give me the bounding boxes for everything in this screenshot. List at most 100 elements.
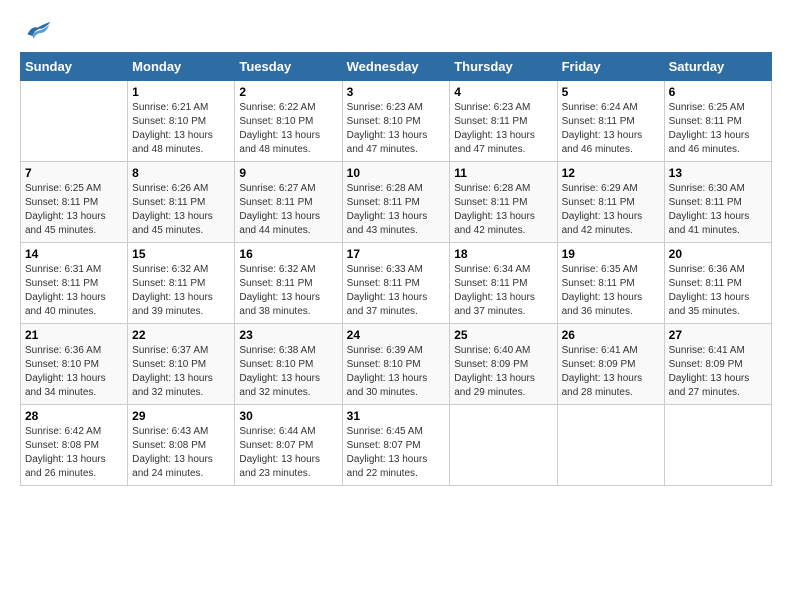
day-number: 7 <box>25 166 123 180</box>
day-info: Sunrise: 6:43 AM Sunset: 8:08 PM Dayligh… <box>132 425 230 481</box>
calendar-cell: 26Sunrise: 6:41 AM Sunset: 8:09 PM Dayli… <box>557 324 664 405</box>
calendar-cell: 3 Sunrise: 6:23 AM Sunset: 8:10 PM Daylig… <box>342 81 450 162</box>
day-info: Sunrise: 6:35 AM Sunset: 8:11 PM Dayligh… <box>562 263 660 319</box>
calendar-cell: 22 Sunrise: 6:37 AM Sunset: 8:10 PM Dayli… <box>128 324 235 405</box>
day-number: 4 <box>454 85 552 99</box>
day-number: 18 <box>454 247 552 261</box>
day-number: 6 <box>669 85 767 99</box>
day-number: 16 <box>239 247 337 261</box>
day-number: 11 <box>454 166 552 180</box>
day-info: Sunrise: 6:42 AM Sunset: 8:08 PM Dayligh… <box>25 425 123 481</box>
calendar-cell: 25 Sunrise: 6:40 AM Sunset: 8:09 PM Dayli… <box>450 324 557 405</box>
day-info: Sunrise: 6:21 AM Sunset: 8:10 PM Dayligh… <box>132 101 230 157</box>
calendar-cell: 29 Sunrise: 6:43 AM Sunset: 8:08 PM Dayli… <box>128 405 235 486</box>
logo-bird-icon <box>24 20 52 42</box>
day-number: 25 <box>454 328 552 342</box>
calendar-cell: 14 Sunrise: 6:31 AM Sunset: 8:11 PM Dayli… <box>21 243 128 324</box>
header <box>20 20 772 42</box>
calendar-cell: 4 Sunrise: 6:23 AM Sunset: 8:11 PM Daylig… <box>450 81 557 162</box>
calendar-cell <box>557 405 664 486</box>
calendar-cell: 1 Sunrise: 6:21 AM Sunset: 8:10 PM Daylig… <box>128 81 235 162</box>
calendar-table: SundayMondayTuesdayWednesdayThursdayFrid… <box>20 52 772 486</box>
day-info: Sunrise: 6:23 AM Sunset: 8:11 PM Dayligh… <box>454 101 552 157</box>
calendar-cell: 11 Sunrise: 6:28 AM Sunset: 8:11 PM Dayli… <box>450 162 557 243</box>
calendar-cell: 28Sunrise: 6:42 AM Sunset: 8:08 PM Dayli… <box>21 405 128 486</box>
calendar-cell: 9 Sunrise: 6:27 AM Sunset: 8:11 PM Daylig… <box>235 162 342 243</box>
day-number: 22 <box>132 328 230 342</box>
day-number: 14 <box>25 247 123 261</box>
day-number: 19 <box>562 247 660 261</box>
day-info: Sunrise: 6:22 AM Sunset: 8:10 PM Dayligh… <box>239 101 337 157</box>
day-info: Sunrise: 6:25 AM Sunset: 8:11 PM Dayligh… <box>25 182 123 238</box>
day-number: 30 <box>239 409 337 423</box>
calendar-cell: 30 Sunrise: 6:44 AM Sunset: 8:07 PM Dayli… <box>235 405 342 486</box>
logo <box>20 20 52 42</box>
calendar-cell: 7 Sunrise: 6:25 AM Sunset: 8:11 PM Daylig… <box>21 162 128 243</box>
day-number: 8 <box>132 166 230 180</box>
day-info: Sunrise: 6:28 AM Sunset: 8:11 PM Dayligh… <box>347 182 446 238</box>
day-info: Sunrise: 6:23 AM Sunset: 8:10 PM Dayligh… <box>347 101 446 157</box>
day-number: 2 <box>239 85 337 99</box>
header-row: SundayMondayTuesdayWednesdayThursdayFrid… <box>21 53 772 81</box>
day-number: 31 <box>347 409 446 423</box>
day-number: 5 <box>562 85 660 99</box>
day-info: Sunrise: 6:38 AM Sunset: 8:10 PM Dayligh… <box>239 344 337 400</box>
calendar-cell: 15Sunrise: 6:32 AM Sunset: 8:11 PM Dayli… <box>128 243 235 324</box>
calendar-cell: 19 Sunrise: 6:35 AM Sunset: 8:11 PM Dayli… <box>557 243 664 324</box>
calendar-cell: 10Sunrise: 6:28 AM Sunset: 8:11 PM Dayli… <box>342 162 450 243</box>
day-info: Sunrise: 6:25 AM Sunset: 8:11 PM Dayligh… <box>669 101 767 157</box>
day-info: Sunrise: 6:39 AM Sunset: 8:10 PM Dayligh… <box>347 344 446 400</box>
header-day-saturday: Saturday <box>664 53 771 81</box>
week-row-1: 1 Sunrise: 6:21 AM Sunset: 8:10 PM Daylig… <box>21 81 772 162</box>
day-number: 13 <box>669 166 767 180</box>
day-number: 29 <box>132 409 230 423</box>
week-row-2: 7 Sunrise: 6:25 AM Sunset: 8:11 PM Daylig… <box>21 162 772 243</box>
header-day-thursday: Thursday <box>450 53 557 81</box>
calendar-cell: 8 Sunrise: 6:26 AM Sunset: 8:11 PM Daylig… <box>128 162 235 243</box>
day-number: 23 <box>239 328 337 342</box>
calendar-cell: 27Sunrise: 6:41 AM Sunset: 8:09 PM Dayli… <box>664 324 771 405</box>
day-info: Sunrise: 6:34 AM Sunset: 8:11 PM Dayligh… <box>454 263 552 319</box>
header-day-tuesday: Tuesday <box>235 53 342 81</box>
day-info: Sunrise: 6:29 AM Sunset: 8:11 PM Dayligh… <box>562 182 660 238</box>
day-number: 20 <box>669 247 767 261</box>
calendar-cell <box>21 81 128 162</box>
day-info: Sunrise: 6:44 AM Sunset: 8:07 PM Dayligh… <box>239 425 337 481</box>
day-info: Sunrise: 6:28 AM Sunset: 8:11 PM Dayligh… <box>454 182 552 238</box>
day-info: Sunrise: 6:26 AM Sunset: 8:11 PM Dayligh… <box>132 182 230 238</box>
day-number: 9 <box>239 166 337 180</box>
day-info: Sunrise: 6:33 AM Sunset: 8:11 PM Dayligh… <box>347 263 446 319</box>
calendar-cell <box>664 405 771 486</box>
calendar-cell: 5 Sunrise: 6:24 AM Sunset: 8:11 PM Daylig… <box>557 81 664 162</box>
calendar-cell: 21 Sunrise: 6:36 AM Sunset: 8:10 PM Dayli… <box>21 324 128 405</box>
calendar-cell: 6 Sunrise: 6:25 AM Sunset: 8:11 PM Daylig… <box>664 81 771 162</box>
day-info: Sunrise: 6:40 AM Sunset: 8:09 PM Dayligh… <box>454 344 552 400</box>
day-number: 12 <box>562 166 660 180</box>
calendar-cell: 31Sunrise: 6:45 AM Sunset: 8:07 PM Dayli… <box>342 405 450 486</box>
calendar-cell: 18 Sunrise: 6:34 AM Sunset: 8:11 PM Dayli… <box>450 243 557 324</box>
calendar-cell: 2 Sunrise: 6:22 AM Sunset: 8:10 PM Daylig… <box>235 81 342 162</box>
day-number: 3 <box>347 85 446 99</box>
day-info: Sunrise: 6:31 AM Sunset: 8:11 PM Dayligh… <box>25 263 123 319</box>
day-number: 1 <box>132 85 230 99</box>
day-info: Sunrise: 6:27 AM Sunset: 8:11 PM Dayligh… <box>239 182 337 238</box>
calendar-cell: 13Sunrise: 6:30 AM Sunset: 8:11 PM Dayli… <box>664 162 771 243</box>
day-info: Sunrise: 6:36 AM Sunset: 8:10 PM Dayligh… <box>25 344 123 400</box>
day-number: 21 <box>25 328 123 342</box>
calendar-cell: 12 Sunrise: 6:29 AM Sunset: 8:11 PM Dayli… <box>557 162 664 243</box>
calendar-cell: 17 Sunrise: 6:33 AM Sunset: 8:11 PM Dayli… <box>342 243 450 324</box>
day-info: Sunrise: 6:37 AM Sunset: 8:10 PM Dayligh… <box>132 344 230 400</box>
calendar-cell: 16 Sunrise: 6:32 AM Sunset: 8:11 PM Dayli… <box>235 243 342 324</box>
week-row-4: 21 Sunrise: 6:36 AM Sunset: 8:10 PM Dayli… <box>21 324 772 405</box>
week-row-5: 28Sunrise: 6:42 AM Sunset: 8:08 PM Dayli… <box>21 405 772 486</box>
calendar-cell <box>450 405 557 486</box>
day-info: Sunrise: 6:24 AM Sunset: 8:11 PM Dayligh… <box>562 101 660 157</box>
day-info: Sunrise: 6:41 AM Sunset: 8:09 PM Dayligh… <box>562 344 660 400</box>
calendar-cell: 24Sunrise: 6:39 AM Sunset: 8:10 PM Dayli… <box>342 324 450 405</box>
day-info: Sunrise: 6:32 AM Sunset: 8:11 PM Dayligh… <box>239 263 337 319</box>
day-info: Sunrise: 6:41 AM Sunset: 8:09 PM Dayligh… <box>669 344 767 400</box>
day-number: 17 <box>347 247 446 261</box>
header-day-wednesday: Wednesday <box>342 53 450 81</box>
day-info: Sunrise: 6:36 AM Sunset: 8:11 PM Dayligh… <box>669 263 767 319</box>
day-number: 15 <box>132 247 230 261</box>
